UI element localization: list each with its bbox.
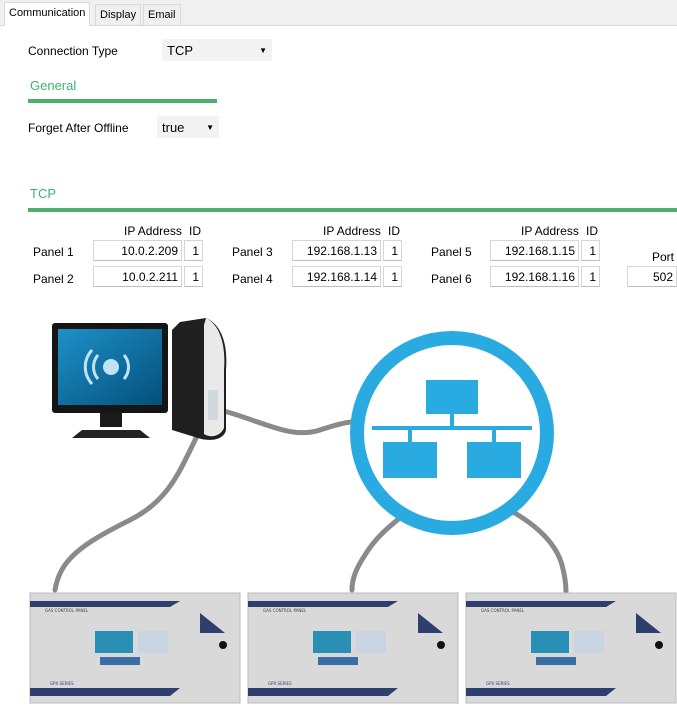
network-hub-icon bbox=[350, 331, 554, 535]
device-title-3: GAS CONTROL PANEL bbox=[481, 608, 525, 613]
device-series-1: GPX SERIES bbox=[50, 681, 74, 686]
cable-computer-hub bbox=[217, 407, 368, 436]
device-title-1: GAS CONTROL PANEL bbox=[45, 608, 89, 613]
cable-panel-3 bbox=[497, 502, 569, 595]
gas-control-panel-icon: GAS CONTROL PANEL GPX SERIES bbox=[29, 592, 241, 704]
tab-communication[interactable]: Communication bbox=[4, 2, 91, 26]
network-diagram: GAS CONTROL PANEL GPX SERIES GAS CONTROL… bbox=[29, 318, 677, 704]
gas-control-panel-icon: GAS CONTROL PANEL GPX SERIES bbox=[247, 592, 459, 704]
computer-icon bbox=[52, 318, 227, 440]
device-series-2: GPX SERIES bbox=[268, 681, 292, 686]
device-series-3: GPX SERIES bbox=[486, 681, 510, 686]
cable-panel-1 bbox=[52, 427, 203, 593]
device-title-2: GAS CONTROL PANEL bbox=[263, 608, 307, 613]
gas-control-panel-icon: GAS CONTROL PANEL GPX SERIES bbox=[465, 592, 677, 704]
